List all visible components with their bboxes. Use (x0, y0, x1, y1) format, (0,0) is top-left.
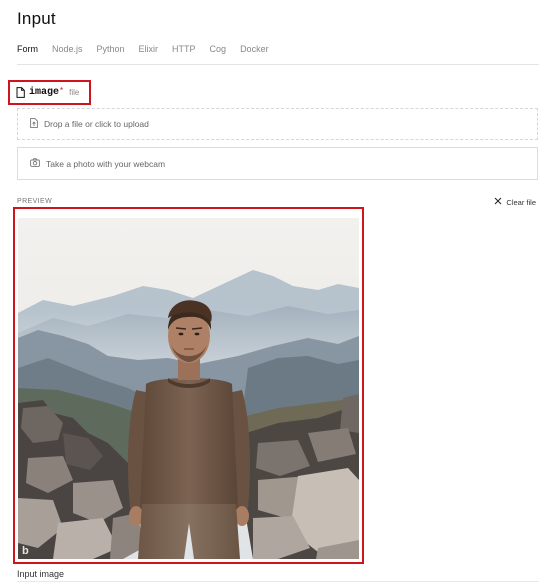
file-icon (16, 87, 25, 98)
upload-file-icon (30, 118, 38, 130)
watermark-logo: b (22, 545, 29, 557)
close-icon (494, 197, 502, 207)
tab-python[interactable]: Python (97, 44, 125, 60)
camera-icon (30, 158, 40, 169)
webcam-label: Take a photo with your webcam (46, 158, 166, 169)
webcam-button[interactable]: Take a photo with your webcam (17, 147, 538, 180)
tab-nodejs[interactable]: Node.js (52, 44, 83, 60)
field-type: file (69, 88, 80, 97)
tab-cog[interactable]: Cog (210, 44, 227, 60)
field-name: image (29, 87, 60, 98)
divider (17, 581, 539, 582)
image-preview: b (13, 207, 364, 564)
tab-docker[interactable]: Docker (240, 44, 269, 60)
tab-http[interactable]: HTTP (172, 44, 196, 60)
dropzone-label: Drop a file or click to upload (44, 119, 149, 129)
page-title: Input (17, 9, 56, 28)
image-field-label: image * file (8, 80, 91, 105)
preview-label: PREVIEW (17, 198, 53, 205)
preview-caption: Input image (17, 569, 65, 579)
clear-file-button[interactable]: Clear file (494, 197, 536, 207)
clear-file-label: Clear file (506, 197, 536, 207)
required-marker: * (60, 86, 64, 95)
file-dropzone[interactable]: Drop a file or click to upload (17, 108, 538, 140)
tab-form[interactable]: Form (17, 44, 38, 60)
language-tabs: Form Node.js Python Elixir HTTP Cog Dock… (17, 44, 539, 65)
preview-photo: b (18, 218, 359, 559)
tab-elixir[interactable]: Elixir (139, 44, 159, 60)
